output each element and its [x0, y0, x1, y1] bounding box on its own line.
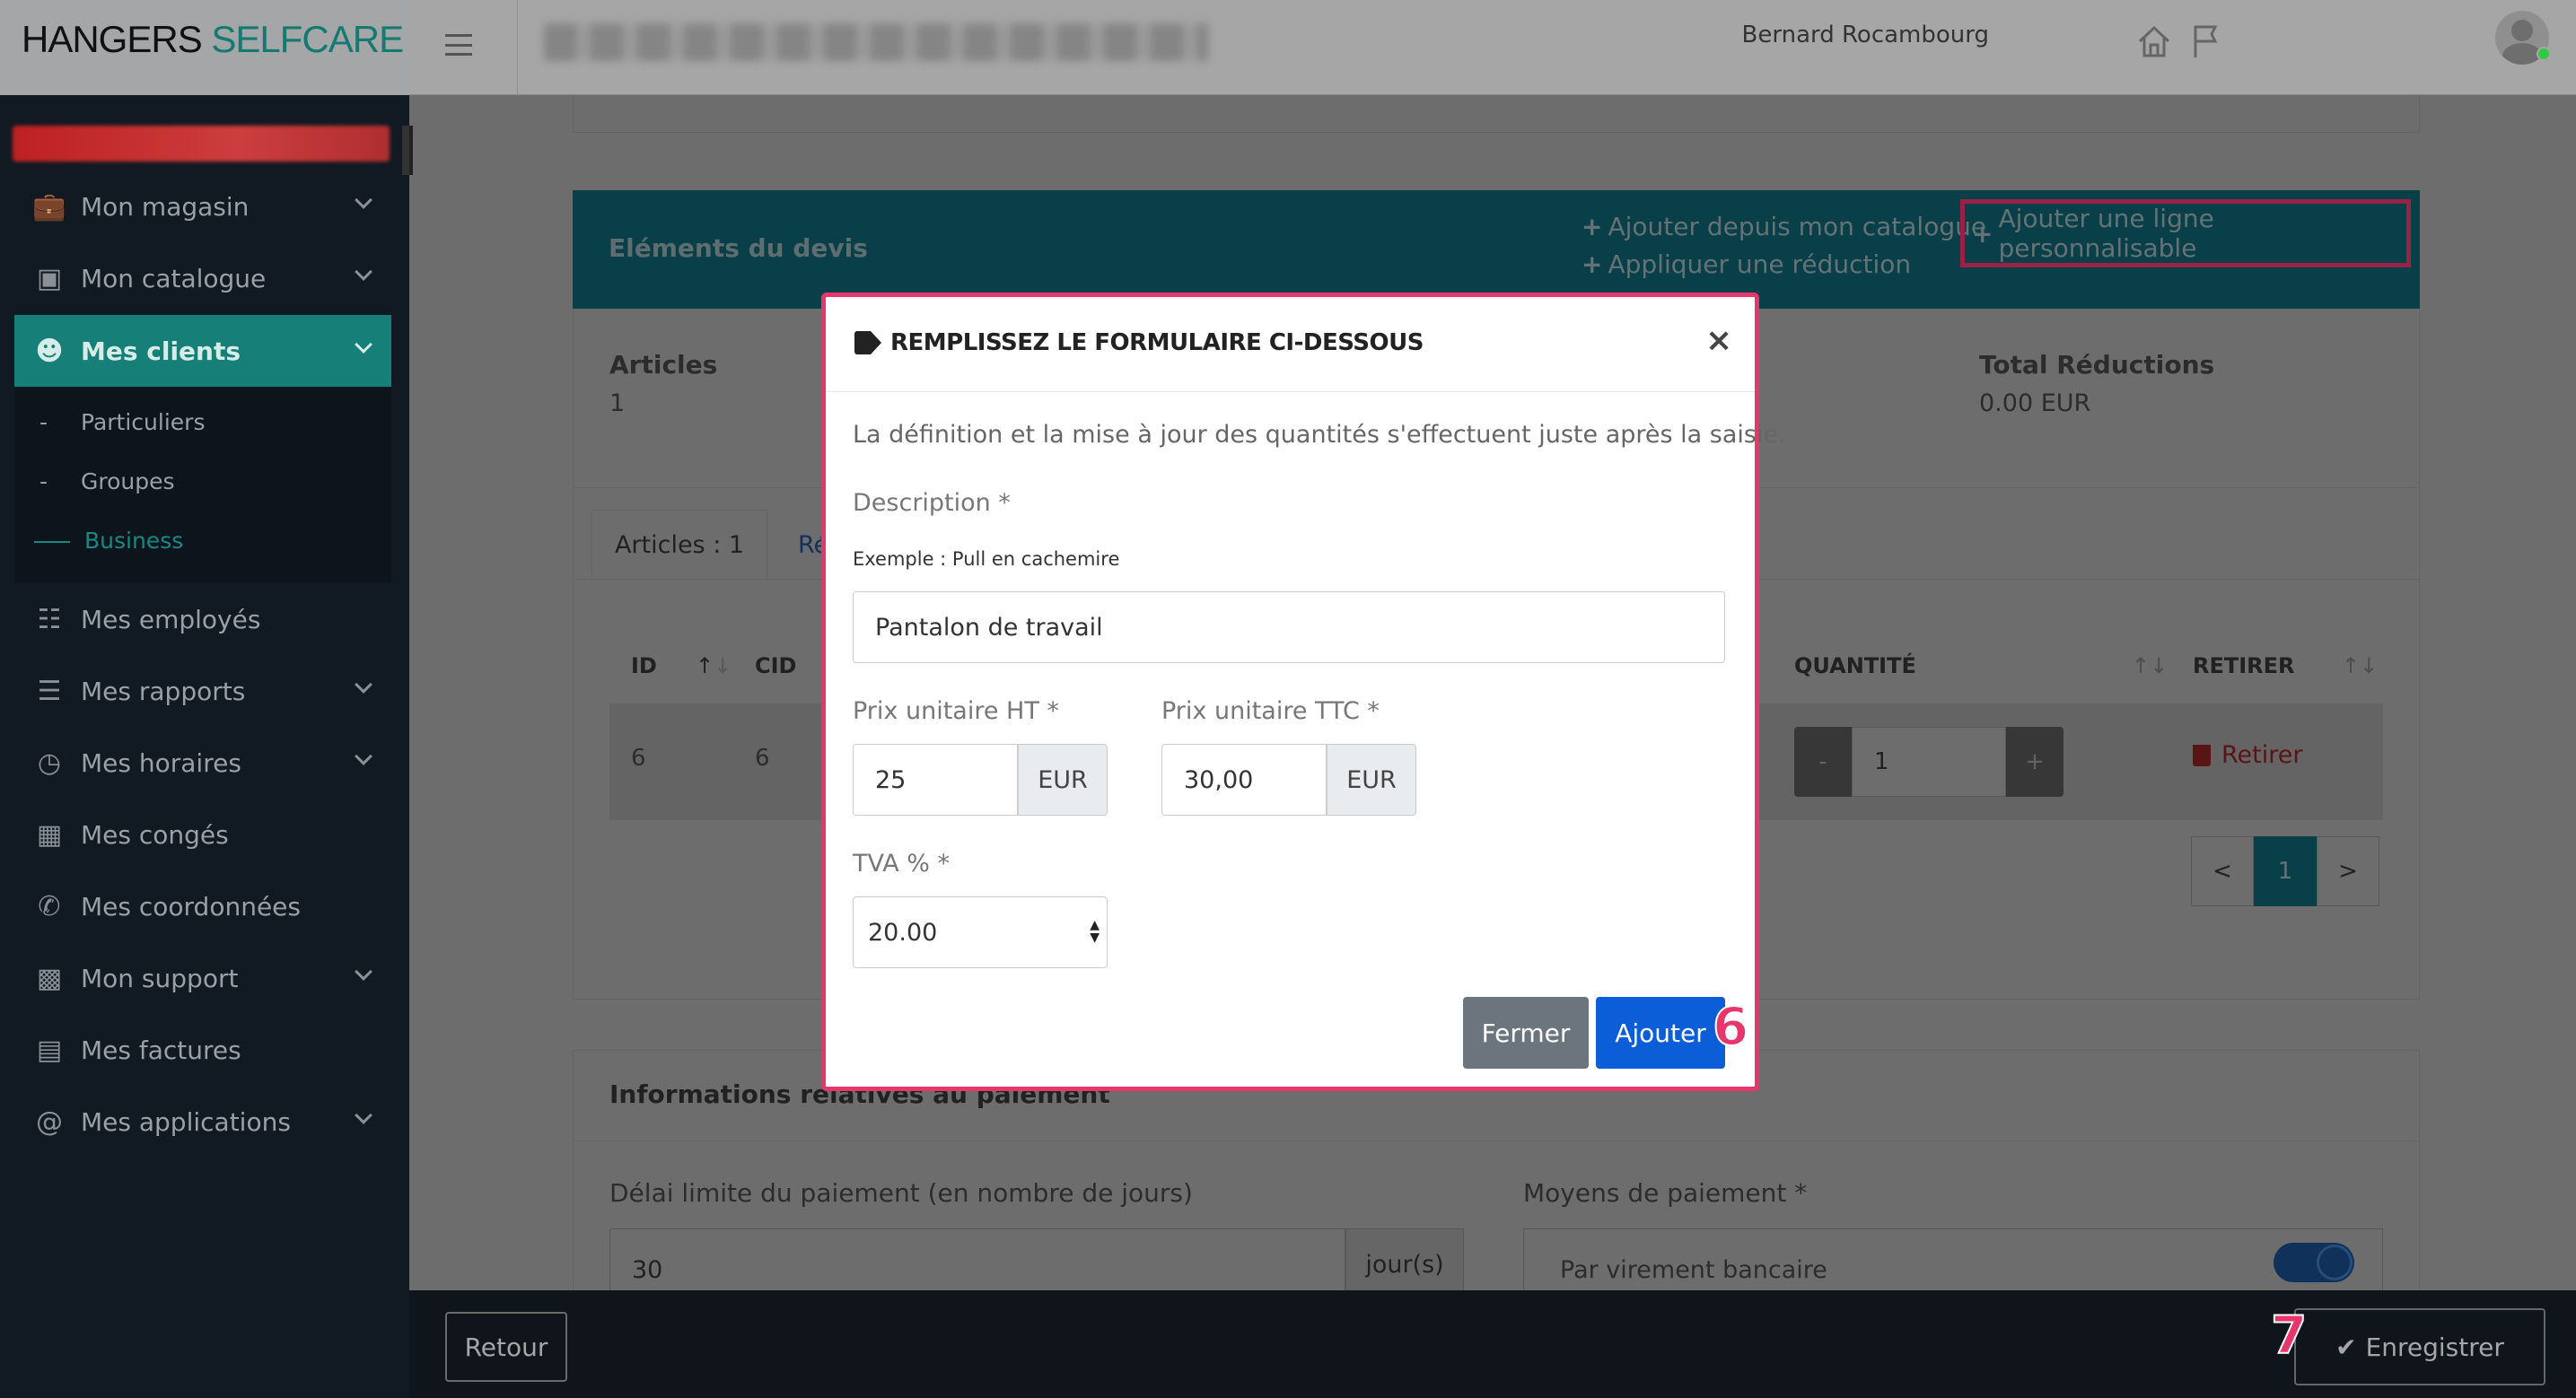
sidebar-item-label: Mon magasin [81, 191, 250, 222]
blurred-store-name [13, 126, 390, 162]
chevron-down-icon [355, 963, 372, 981]
users-icon: ☻ [35, 335, 64, 367]
close-button-label: Fermer [1481, 1018, 1571, 1048]
sidebar-item-label: Mon support [81, 963, 239, 993]
back-button-label: Retour [464, 1332, 548, 1362]
sidebar-item-label: Mes clients [81, 336, 241, 366]
sidebar-item-label: Mon catalogue [81, 263, 267, 293]
clients-submenu: - Particuliers - Groupes Business [14, 388, 391, 583]
sidebar-item-mes-employes[interactable]: ☷ Mes employés [14, 583, 391, 655]
brand-name-part2: SELFCARE [201, 18, 404, 60]
price-ht-value: 25 [875, 765, 907, 794]
submenu-item-label: Particuliers [81, 409, 206, 435]
sidebar-item-label: Mes employés [81, 604, 261, 634]
price-ht-input[interactable]: 25 [853, 744, 1018, 816]
at-icon: @ [36, 1105, 63, 1138]
brand-name-part1: HANGERS [22, 18, 203, 60]
description-value: Pantalon de travail [875, 613, 1103, 642]
vat-select[interactable]: 20.00 ▲ ▼ [853, 896, 1108, 968]
modal-intro-text: La définition et la mise à jour des quan… [853, 421, 1786, 449]
add-button-label: Ajouter [1615, 1018, 1706, 1048]
vat-label: TVA % * [853, 850, 951, 878]
submenu-item-business[interactable]: Business [34, 528, 183, 554]
price-ttc-currency: EUR [1327, 744, 1416, 816]
chevron-down-icon [355, 191, 372, 209]
phone-icon: ✆ [38, 890, 61, 922]
home-icon[interactable] [2134, 22, 2174, 61]
price-ttc-label: Prix unitaire TTC * [1161, 697, 1380, 725]
sidebar-item-label: Mes coordonnées [81, 891, 301, 922]
box-icon: ▣ [36, 262, 63, 294]
sidebar-item-mon-magasin[interactable]: 💼 Mon magasin [14, 170, 391, 242]
calendar-icon: ▦ [36, 818, 63, 851]
currency-label: EUR [1038, 765, 1088, 794]
briefcase-icon: 💼 [32, 190, 66, 223]
price-ht-currency: EUR [1018, 744, 1108, 816]
bottom-action-bar: Retour ✔ Enregistrer [409, 1290, 2576, 1398]
description-label: Description * [853, 489, 1011, 517]
back-button[interactable]: Retour [445, 1312, 567, 1382]
chat-icon: ▩ [36, 962, 63, 994]
sidebar-item-mes-clients[interactable]: ☻ Mes clients [14, 315, 391, 387]
vat-value: 20.00 [868, 918, 938, 947]
sidebar-item-label: Mes factures [81, 1035, 241, 1065]
save-button-label: Enregistrer [2365, 1332, 2504, 1362]
chevron-down-icon [355, 676, 372, 694]
submenu-item-particuliers[interactable]: - Particuliers [39, 409, 205, 435]
price-ttc-input[interactable]: 30,00 [1161, 744, 1327, 816]
step-marker-7: 7 [2270, 1304, 2308, 1367]
invoice-icon: ▤ [36, 1034, 63, 1066]
spinner-arrows-icon: ▲ ▼ [1090, 918, 1100, 945]
tags-icon [854, 331, 881, 354]
modal-close-footer-button[interactable]: Fermer [1463, 997, 1589, 1069]
menu-toggle-icon[interactable] [445, 34, 472, 56]
submenu-item-label: Business [84, 528, 184, 554]
sidebar-item-label: Mes horaires [81, 747, 241, 778]
sidebar-item-mes-conges[interactable]: ▦ Mes congés [14, 799, 391, 870]
submenu-item-groupes[interactable]: - Groupes [39, 468, 175, 494]
sidebar-item-mes-applications[interactable]: @ Mes applications [14, 1086, 391, 1158]
clock-icon: ◷ [37, 747, 62, 779]
blurred-page-title [544, 23, 1208, 61]
description-input[interactable]: Pantalon de travail [853, 591, 1725, 663]
save-button[interactable]: ✔ Enregistrer [2294, 1308, 2545, 1385]
online-status-dot [2537, 47, 2551, 61]
modal-close-button[interactable]: × [1705, 322, 1732, 359]
flag-icon[interactable] [2188, 22, 2224, 61]
price-ht-label: Prix unitaire HT * [853, 697, 1059, 725]
sidebar-item-label: Mes applications [81, 1106, 291, 1137]
modal-add-button[interactable]: Ajouter [1596, 997, 1725, 1069]
brand-logo[interactable]: HANGERS SELFCARE [0, 0, 409, 95]
top-bar: Bernard Rocambourg Bernard Rocambourg [409, 0, 2576, 95]
chevron-down-icon [355, 263, 372, 281]
modal-title: REMPLISSEZ LE FORMULAIRE CI-DESSOUS [890, 329, 1424, 356]
sidebar-item-label: Mes congés [81, 819, 229, 850]
sidebar-item-label: Mes rapports [81, 676, 246, 706]
modal-header: REMPLISSEZ LE FORMULAIRE CI-DESSOUS × [826, 297, 1755, 392]
currency-label: EUR [1346, 765, 1397, 794]
sidebar-item-mon-catalogue[interactable]: ▣ Mon catalogue [14, 242, 391, 314]
price-ttc-value: 30,00 [1184, 765, 1254, 794]
check-icon: ✔ [2335, 1332, 2357, 1362]
chevron-down-icon [355, 1106, 372, 1124]
close-icon: × [1705, 322, 1733, 359]
submenu-item-label: Groupes [81, 468, 175, 494]
custom-line-modal: REMPLISSEZ LE FORMULAIRE CI-DESSOUS × La… [821, 293, 1786, 1091]
sidebar-item-mes-coordonnees[interactable]: ✆ Mes coordonnées [14, 870, 391, 942]
user-name-label[interactable]: Bernard Rocambourg [1361, 22, 1989, 48]
sidebar-item-mon-support[interactable]: ▩ Mon support [14, 942, 391, 1014]
step-marker-6: 6 [1712, 995, 1749, 1058]
sidebar-item-mes-factures[interactable]: ▤ Mes factures [14, 1014, 391, 1086]
sidebar-item-mes-horaires[interactable]: ◷ Mes horaires [14, 727, 391, 799]
list-icon: ☰ [37, 675, 62, 707]
chevron-down-icon [355, 336, 372, 354]
book-icon: ☷ [37, 603, 62, 635]
description-hint: Exemple : Pull en cachemire [853, 548, 1120, 570]
chevron-down-icon [355, 747, 372, 765]
sidebar-item-mes-rapports[interactable]: ☰ Mes rapports [14, 655, 391, 727]
